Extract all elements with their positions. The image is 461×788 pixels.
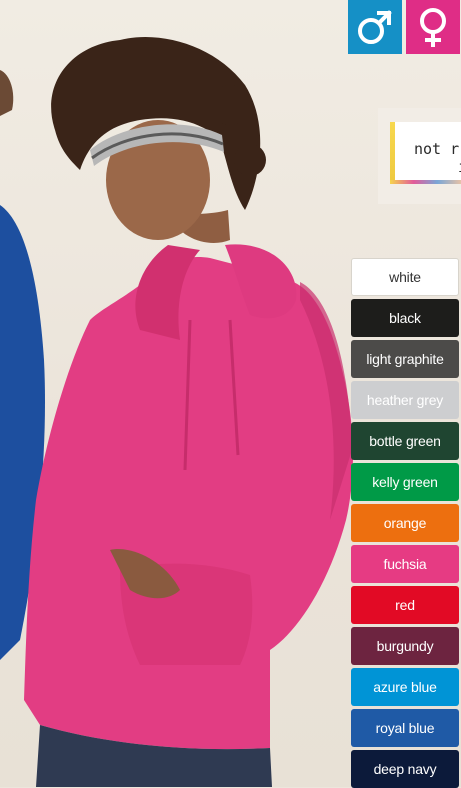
color-swatch-azure-blue[interactable]: azure blue [351, 668, 459, 706]
color-swatch-bottle-green[interactable]: bottle green [351, 422, 459, 460]
color-swatch-kelly-green[interactable]: kelly green [351, 463, 459, 501]
color-swatch-royal-blue[interactable]: royal blue [351, 709, 459, 747]
color-swatch-fuchsia[interactable]: fuchsia [351, 545, 459, 583]
male-filter-button[interactable] [348, 0, 402, 54]
color-swatch-black[interactable]: black [351, 299, 459, 337]
info-note-card: not r i [390, 122, 461, 184]
color-swatch-orange[interactable]: orange [351, 504, 459, 542]
color-swatch-list: white black light graphite heather grey … [351, 258, 459, 788]
color-swatch-burgundy[interactable]: burgundy [351, 627, 459, 665]
color-swatch-heather-grey[interactable]: heather grey [351, 381, 459, 419]
female-filter-button[interactable] [406, 0, 460, 54]
female-symbol-icon [420, 8, 446, 47]
male-symbol-icon [358, 10, 392, 44]
color-swatch-red[interactable]: red [351, 586, 459, 624]
color-swatch-light-graphite[interactable]: light graphite [351, 340, 459, 378]
color-swatch-white[interactable]: white [351, 258, 459, 296]
info-note-panel: not r i [378, 108, 461, 204]
note-text-line1: not r [414, 140, 460, 158]
color-swatch-deep-navy[interactable]: deep navy [351, 750, 459, 788]
